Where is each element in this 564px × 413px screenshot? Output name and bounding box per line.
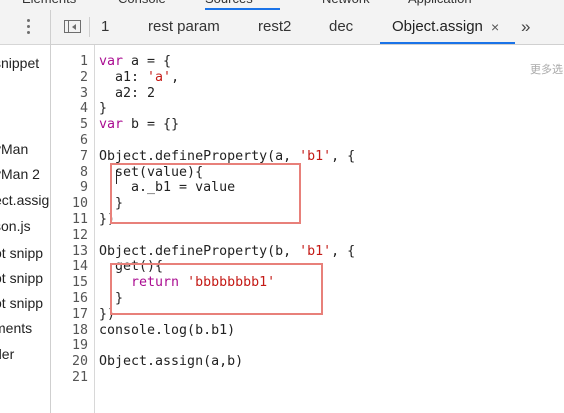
line-number[interactable]: 5: [48, 117, 88, 132]
line-number[interactable]: 6: [48, 133, 88, 148]
line-number[interactable]: 17: [48, 307, 88, 322]
navigator-item[interactable]: ot snipp: [0, 245, 43, 261]
code-line[interactable]: Object.assign(a,b): [99, 354, 243, 369]
tab-object-assign[interactable]: Object.assign: [392, 10, 483, 44]
hint-text: 更多选: [530, 63, 563, 76]
navigator-item[interactable]: snippet: [0, 55, 39, 71]
code-editor[interactable]: 1 2 3 4 5 6 7 8 9 10 11 12 13 14 15 16 17 18 19 20 21 var a …: [51, 45, 564, 413]
tab-separator: [89, 17, 90, 37]
line-number[interactable]: 10: [48, 196, 88, 211]
code-line[interactable]: }: [99, 101, 107, 116]
line-number[interactable]: 7: [48, 149, 88, 164]
panel-tab-console[interactable]: Console: [118, 0, 166, 6]
code-line[interactable]: Object.defineProperty(b, 'b1', {: [99, 244, 355, 259]
line-number[interactable]: 19: [48, 338, 88, 353]
kebab-menu-icon[interactable]: [26, 19, 32, 35]
tab-rest-param[interactable]: rest param: [148, 10, 220, 44]
code-line[interactable]: a2: 2: [99, 86, 155, 101]
navigator-item[interactable]: ot snipp: [0, 295, 43, 311]
tab-1[interactable]: 1: [101, 10, 109, 44]
line-number[interactable]: 18: [48, 323, 88, 338]
line-number[interactable]: 3: [48, 86, 88, 101]
annotation-box-setter: [110, 163, 301, 224]
annotation-box-getter: [110, 263, 323, 315]
active-tab-underline: [380, 42, 515, 44]
code-line[interactable]: var b = {}: [99, 117, 179, 132]
tab-rest2[interactable]: rest2: [258, 10, 291, 44]
navigator-item[interactable]: yMan 2: [0, 166, 40, 182]
code-line[interactable]: a1: 'a',: [99, 70, 179, 85]
line-number[interactable]: 8: [48, 165, 88, 180]
navigator-item[interactable]: ments: [0, 320, 32, 336]
line-number[interactable]: 4: [48, 101, 88, 116]
code-line[interactable]: Object.defineProperty(a, 'b1', {: [99, 149, 355, 164]
navigator-item[interactable]: ot snipp: [0, 270, 43, 286]
navigator-sidebar: snippet yMan yMan 2 ect.assig son.js ot …: [0, 10, 51, 413]
navigator-item[interactable]: der: [0, 346, 14, 362]
toggle-navigator-icon[interactable]: [64, 20, 81, 33]
panel-tab-elements[interactable]: Elements: [22, 0, 76, 6]
tab-dec[interactable]: dec: [329, 10, 353, 44]
line-number[interactable]: 21: [48, 370, 88, 385]
panel-tab-network[interactable]: Network: [322, 0, 370, 6]
navigator-item[interactable]: ect.assig: [0, 192, 49, 208]
line-number[interactable]: 15: [48, 275, 88, 290]
navigator-item[interactable]: son.js: [0, 218, 31, 234]
panel-tab-application[interactable]: Application: [408, 0, 472, 6]
close-tab-icon[interactable]: ×: [491, 10, 499, 44]
code-line[interactable]: var a = {: [99, 54, 171, 69]
panel-tab-sources[interactable]: Sources: [205, 0, 253, 6]
line-number[interactable]: 13: [48, 244, 88, 259]
line-number-gutter: 1 2 3 4 5 6 7 8 9 10 11 12 13 14 15 16 17 18 19 20 21: [51, 45, 95, 413]
code-line[interactable]: console.log(b.b1): [99, 323, 235, 338]
tab-overflow-icon[interactable]: »: [521, 10, 530, 44]
editor-tab-bar: 1 rest param rest2 dec Object.assign × »: [51, 10, 564, 45]
line-number[interactable]: 16: [48, 291, 88, 306]
line-number[interactable]: 9: [48, 180, 88, 195]
line-number[interactable]: 11: [48, 212, 88, 227]
navigator-item[interactable]: yMan: [0, 141, 28, 157]
line-number[interactable]: 1: [48, 54, 88, 69]
line-number[interactable]: 14: [48, 259, 88, 274]
line-number[interactable]: 2: [48, 70, 88, 85]
text-cursor: [116, 170, 117, 184]
line-number[interactable]: 20: [48, 354, 88, 369]
navigator-header: [0, 10, 50, 45]
line-number[interactable]: 12: [48, 228, 88, 243]
